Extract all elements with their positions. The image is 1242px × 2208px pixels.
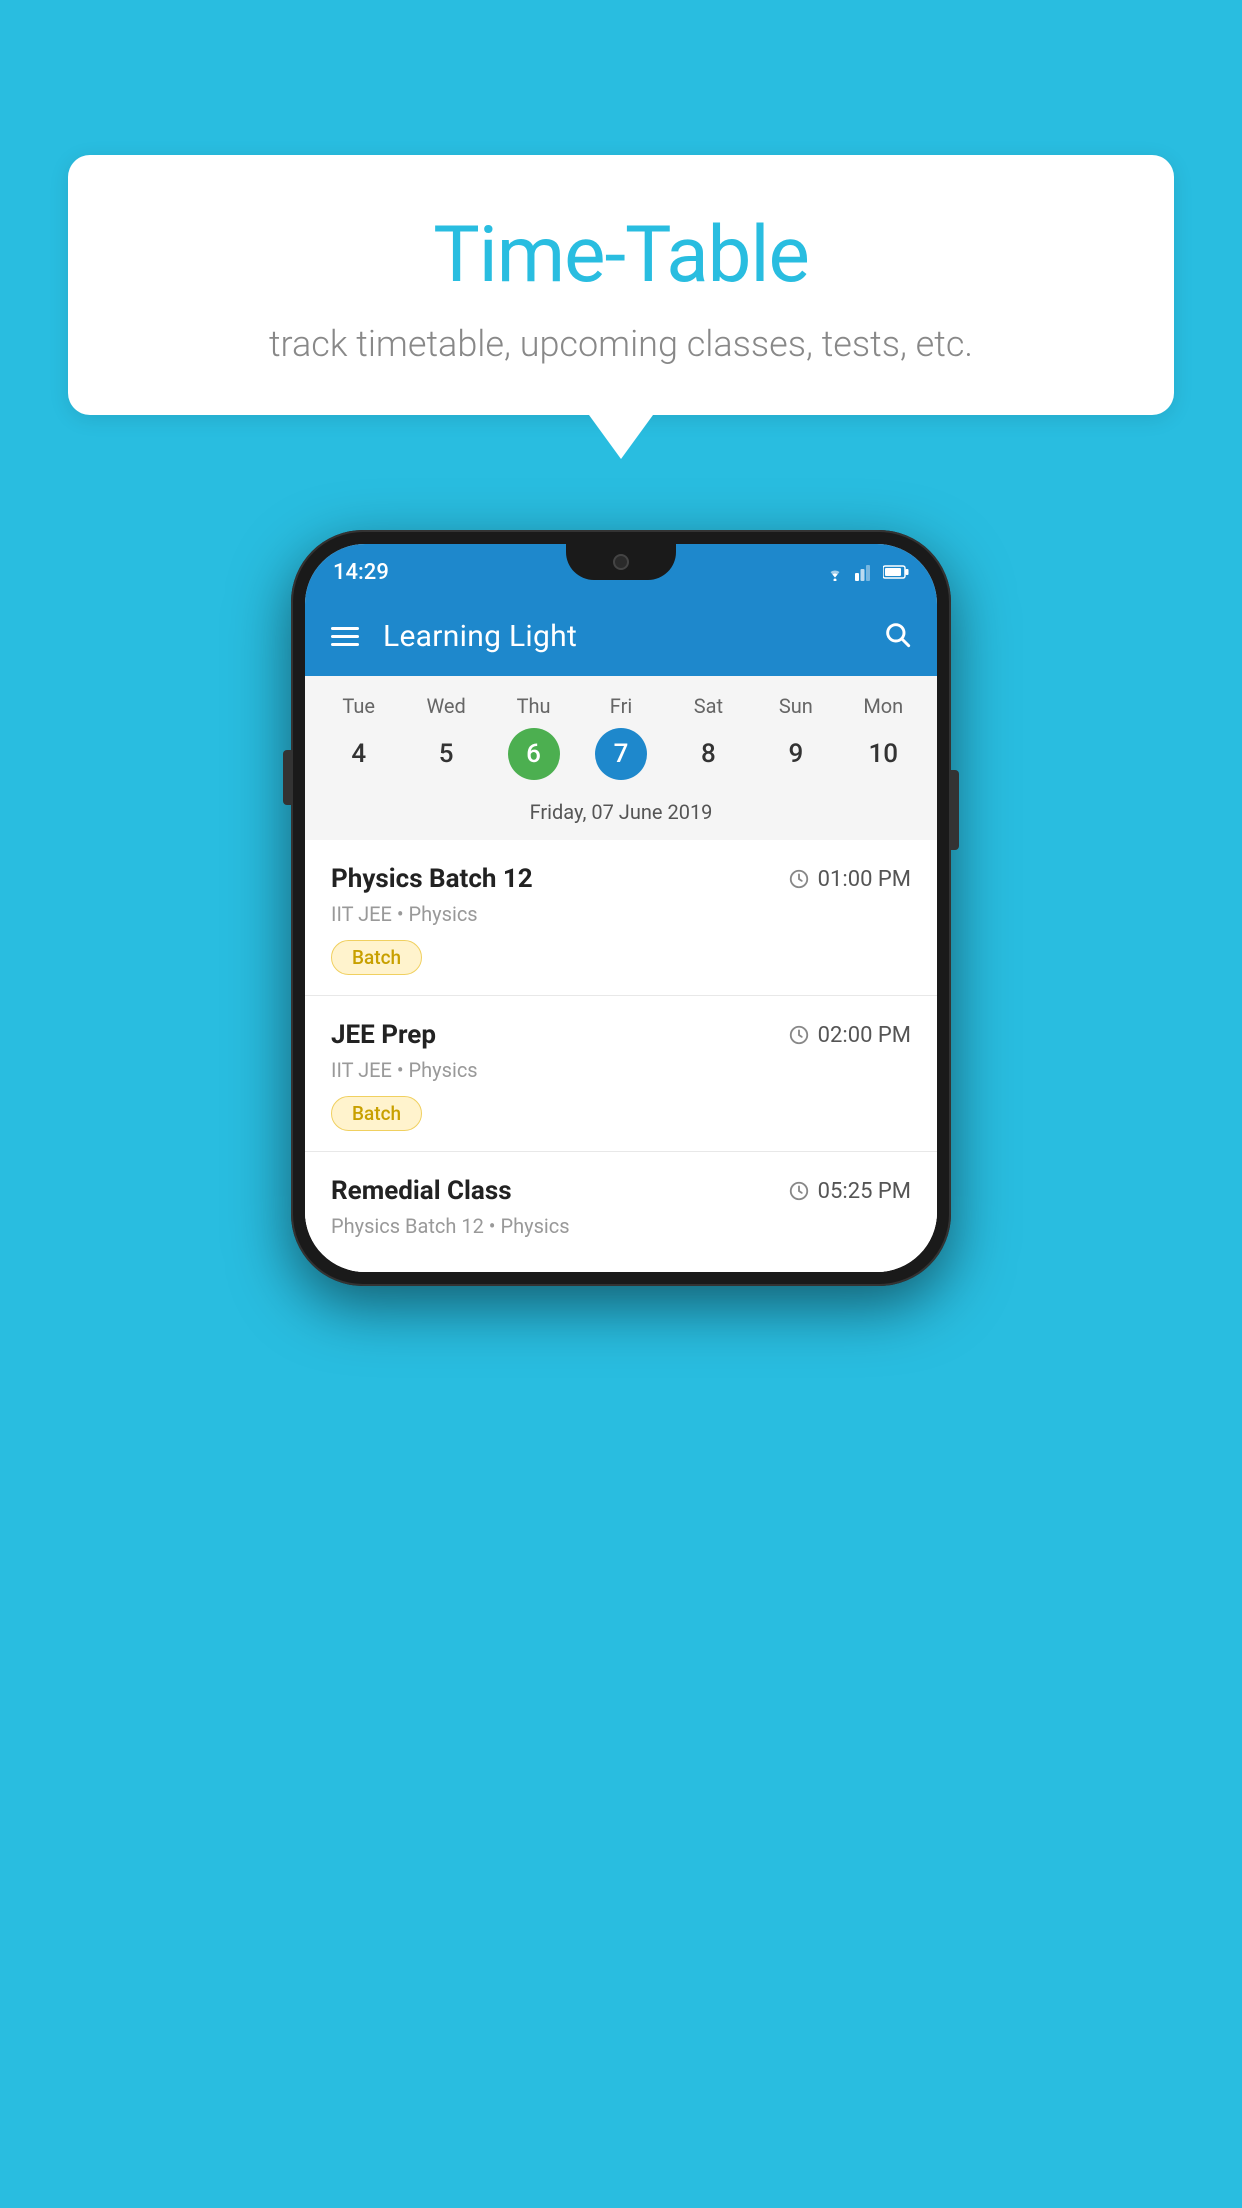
day-header-thu: Thu [490,694,577,718]
class-meta-2: IIT JEE • Physics [331,1058,911,1082]
wifi-icon [823,563,847,581]
date-8[interactable]: 8 [682,728,734,780]
date-4[interactable]: 4 [333,728,385,780]
class-time-label-1: 01:00 PM [818,867,911,892]
date-6-today[interactable]: 6 [508,728,560,780]
day-numbers: 4 5 6 7 8 9 10 [315,728,927,780]
class-name-3: Remedial Class [331,1176,512,1206]
bubble-pointer [589,415,653,459]
day-header-sun: Sun [752,694,839,718]
class-list: Physics Batch 12 01:00 PM IIT JEE • Phys… [305,840,937,1272]
clock-icon-1 [788,868,810,890]
batch-badge-2: Batch [331,1096,422,1131]
class-time-1: 01:00 PM [788,867,911,892]
speech-bubble: Time-Table track timetable, upcoming cla… [68,155,1174,415]
search-icon [883,620,911,648]
clock-icon-3 [788,1180,810,1202]
clock-icon-2 [788,1024,810,1046]
class-item-header-2: JEE Prep 02:00 PM [331,1020,911,1050]
class-time-label-2: 02:00 PM [818,1023,911,1048]
app-title: Learning Light [383,619,859,654]
class-time-2: 02:00 PM [788,1023,911,1048]
class-time-label-3: 05:25 PM [818,1179,911,1204]
day-header-fri: Fri [577,694,664,718]
status-time: 14:29 [333,560,389,585]
class-time-3: 05:25 PM [788,1179,911,1204]
front-camera [613,554,629,570]
menu-icon[interactable] [331,627,359,646]
speech-bubble-section: Time-Table track timetable, upcoming cla… [68,155,1174,459]
class-meta-3: Physics Batch 12 • Physics [331,1214,911,1238]
phone-outer-shell: 14:29 [291,530,951,1286]
phone-mockup: 14:29 [291,530,951,1286]
bubble-title: Time-Table [128,210,1114,301]
day-header-sat: Sat [665,694,752,718]
class-item-remedial[interactable]: Remedial Class 05:25 PM Physics Batch 12… [305,1152,937,1272]
bubble-subtitle: track timetable, upcoming classes, tests… [128,323,1114,365]
calendar-strip: Tue Wed Thu Fri Sat Sun Mon 4 5 6 7 8 9 … [305,676,937,840]
class-item-physics-batch-12[interactable]: Physics Batch 12 01:00 PM IIT JEE • Phys… [305,840,937,996]
phone-notch [566,544,676,580]
search-button[interactable] [883,620,911,652]
phone-screen: 14:29 [305,544,937,1272]
class-name-1: Physics Batch 12 [331,864,533,894]
date-10[interactable]: 10 [857,728,909,780]
day-header-tue: Tue [315,694,402,718]
signal-icon [855,563,875,581]
selected-date-label: Friday, 07 June 2019 [315,790,927,840]
date-9[interactable]: 9 [770,728,822,780]
status-icons [823,563,909,581]
day-headers: Tue Wed Thu Fri Sat Sun Mon [315,694,927,718]
class-meta-1: IIT JEE • Physics [331,902,911,926]
class-item-header-1: Physics Batch 12 01:00 PM [331,864,911,894]
battery-icon [883,565,909,579]
class-name-2: JEE Prep [331,1020,436,1050]
batch-badge-1: Batch [331,940,422,975]
day-header-mon: Mon [840,694,927,718]
app-bar: Learning Light [305,596,937,676]
date-7-selected[interactable]: 7 [595,728,647,780]
class-item-jee-prep[interactable]: JEE Prep 02:00 PM IIT JEE • Physics Batc… [305,996,937,1152]
class-item-header-3: Remedial Class 05:25 PM [331,1176,911,1206]
date-5[interactable]: 5 [420,728,472,780]
day-header-wed: Wed [402,694,489,718]
